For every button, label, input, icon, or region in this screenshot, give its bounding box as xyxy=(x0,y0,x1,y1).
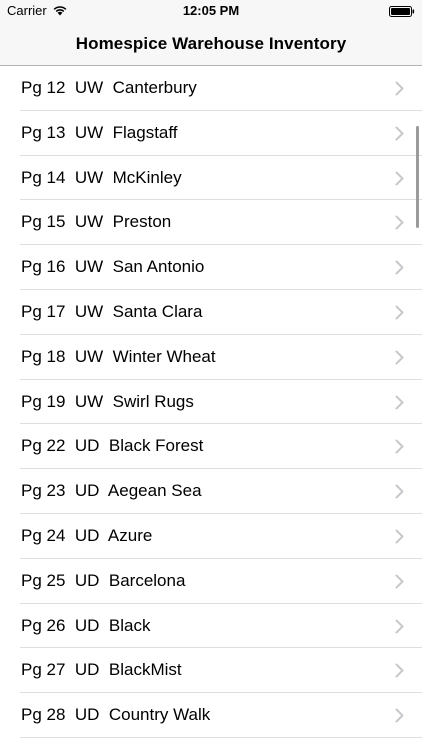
list-item[interactable]: Pg 18 UW Winter Wheat xyxy=(0,335,422,380)
chevron-right-icon xyxy=(395,171,404,186)
list-item-label: Pg 17 UW Santa Clara xyxy=(21,301,203,321)
list-item-label: Pg 12 UW Canterbury xyxy=(21,78,197,97)
chevron-right-icon xyxy=(395,395,404,410)
chevron-right-icon xyxy=(395,126,404,141)
list-item[interactable]: Pg 28 UD Country Walk xyxy=(0,693,422,738)
list-item[interactable]: Pg 25 UD Barcelona xyxy=(0,559,422,604)
list-item-label: Pg 15 UW Preston xyxy=(21,212,172,232)
chevron-right-icon xyxy=(395,574,404,589)
list-item-label: Pg 24 UD Azure xyxy=(21,525,153,545)
list-item-label: Pg 16 UW San Antonio xyxy=(21,257,205,277)
chevron-right-icon xyxy=(395,484,404,499)
navigation-bar: Homespice Warehouse Inventory xyxy=(0,22,422,66)
scroll-indicator xyxy=(416,126,419,228)
page-title: Homespice Warehouse Inventory xyxy=(75,34,347,53)
list-item[interactable]: Pg 17 UW Santa Clara xyxy=(0,290,422,335)
list-item-label: Pg 19 UW Swirl Rugs xyxy=(21,391,194,411)
list-item-label: Pg 14 UW McKinley xyxy=(21,167,182,187)
list-item[interactable]: Pg 24 UD Azure xyxy=(0,514,422,559)
chevron-right-icon xyxy=(395,350,404,365)
list-item[interactable]: Pg 22 UD Black Forest xyxy=(0,424,422,469)
list-item[interactable]: Pg 19 UW Swirl Rugs xyxy=(0,380,422,425)
list-item-label: Pg 13 UW Flagstaff xyxy=(21,122,178,142)
list-item[interactable]: Pg 23 UD Aegean Sea xyxy=(0,469,422,514)
list-item-label: Pg 22 UD Black Forest xyxy=(21,436,204,456)
chevron-right-icon xyxy=(395,215,404,230)
list-item-label: Pg 23 UD Aegean Sea xyxy=(21,481,202,501)
battery-icon xyxy=(389,6,415,17)
chevron-right-icon xyxy=(395,81,404,96)
chevron-right-icon xyxy=(395,439,404,454)
list-item-label: Pg 18 UW Winter Wheat xyxy=(21,346,216,366)
chevron-right-icon xyxy=(395,708,404,723)
list-item-label: Pg 27 UD BlackMist xyxy=(21,660,182,680)
inventory-list[interactable]: Pg 12 UW Canterbury Pg 13 UW Flagstaff Pg … xyxy=(0,66,422,750)
list-item[interactable]: Pg 13 UW Flagstaff xyxy=(0,111,422,156)
chevron-right-icon xyxy=(395,529,404,544)
list-item[interactable]: Pg 16 UW San Antonio xyxy=(0,245,422,290)
chevron-right-icon xyxy=(395,260,404,275)
list-item[interactable]: Pg 26 UD Black xyxy=(0,604,422,649)
screen: Carrier 12:05 PM Homespice Warehouse Inv… xyxy=(0,0,422,750)
list-item-label: Pg 26 UD Black xyxy=(21,615,151,635)
chevron-right-icon xyxy=(395,305,404,320)
list-item[interactable]: Pg 27 UD BlackMist xyxy=(0,648,422,693)
list-item[interactable]: Pg 15 UW Preston xyxy=(0,200,422,245)
list-item[interactable]: Pg 14 UW McKinley xyxy=(0,156,422,201)
list-item-label: Pg 28 UD Country Walk xyxy=(21,705,211,725)
status-time: 12:05 PM xyxy=(182,3,240,18)
status-bar: Carrier 12:05 PM xyxy=(0,0,422,22)
list-item-label: Pg 25 UD Barcelona xyxy=(21,570,186,590)
list-item[interactable]: Pg 12 UW Canterbury xyxy=(0,66,422,111)
chevron-right-icon xyxy=(395,663,404,678)
chevron-right-icon xyxy=(395,619,404,634)
